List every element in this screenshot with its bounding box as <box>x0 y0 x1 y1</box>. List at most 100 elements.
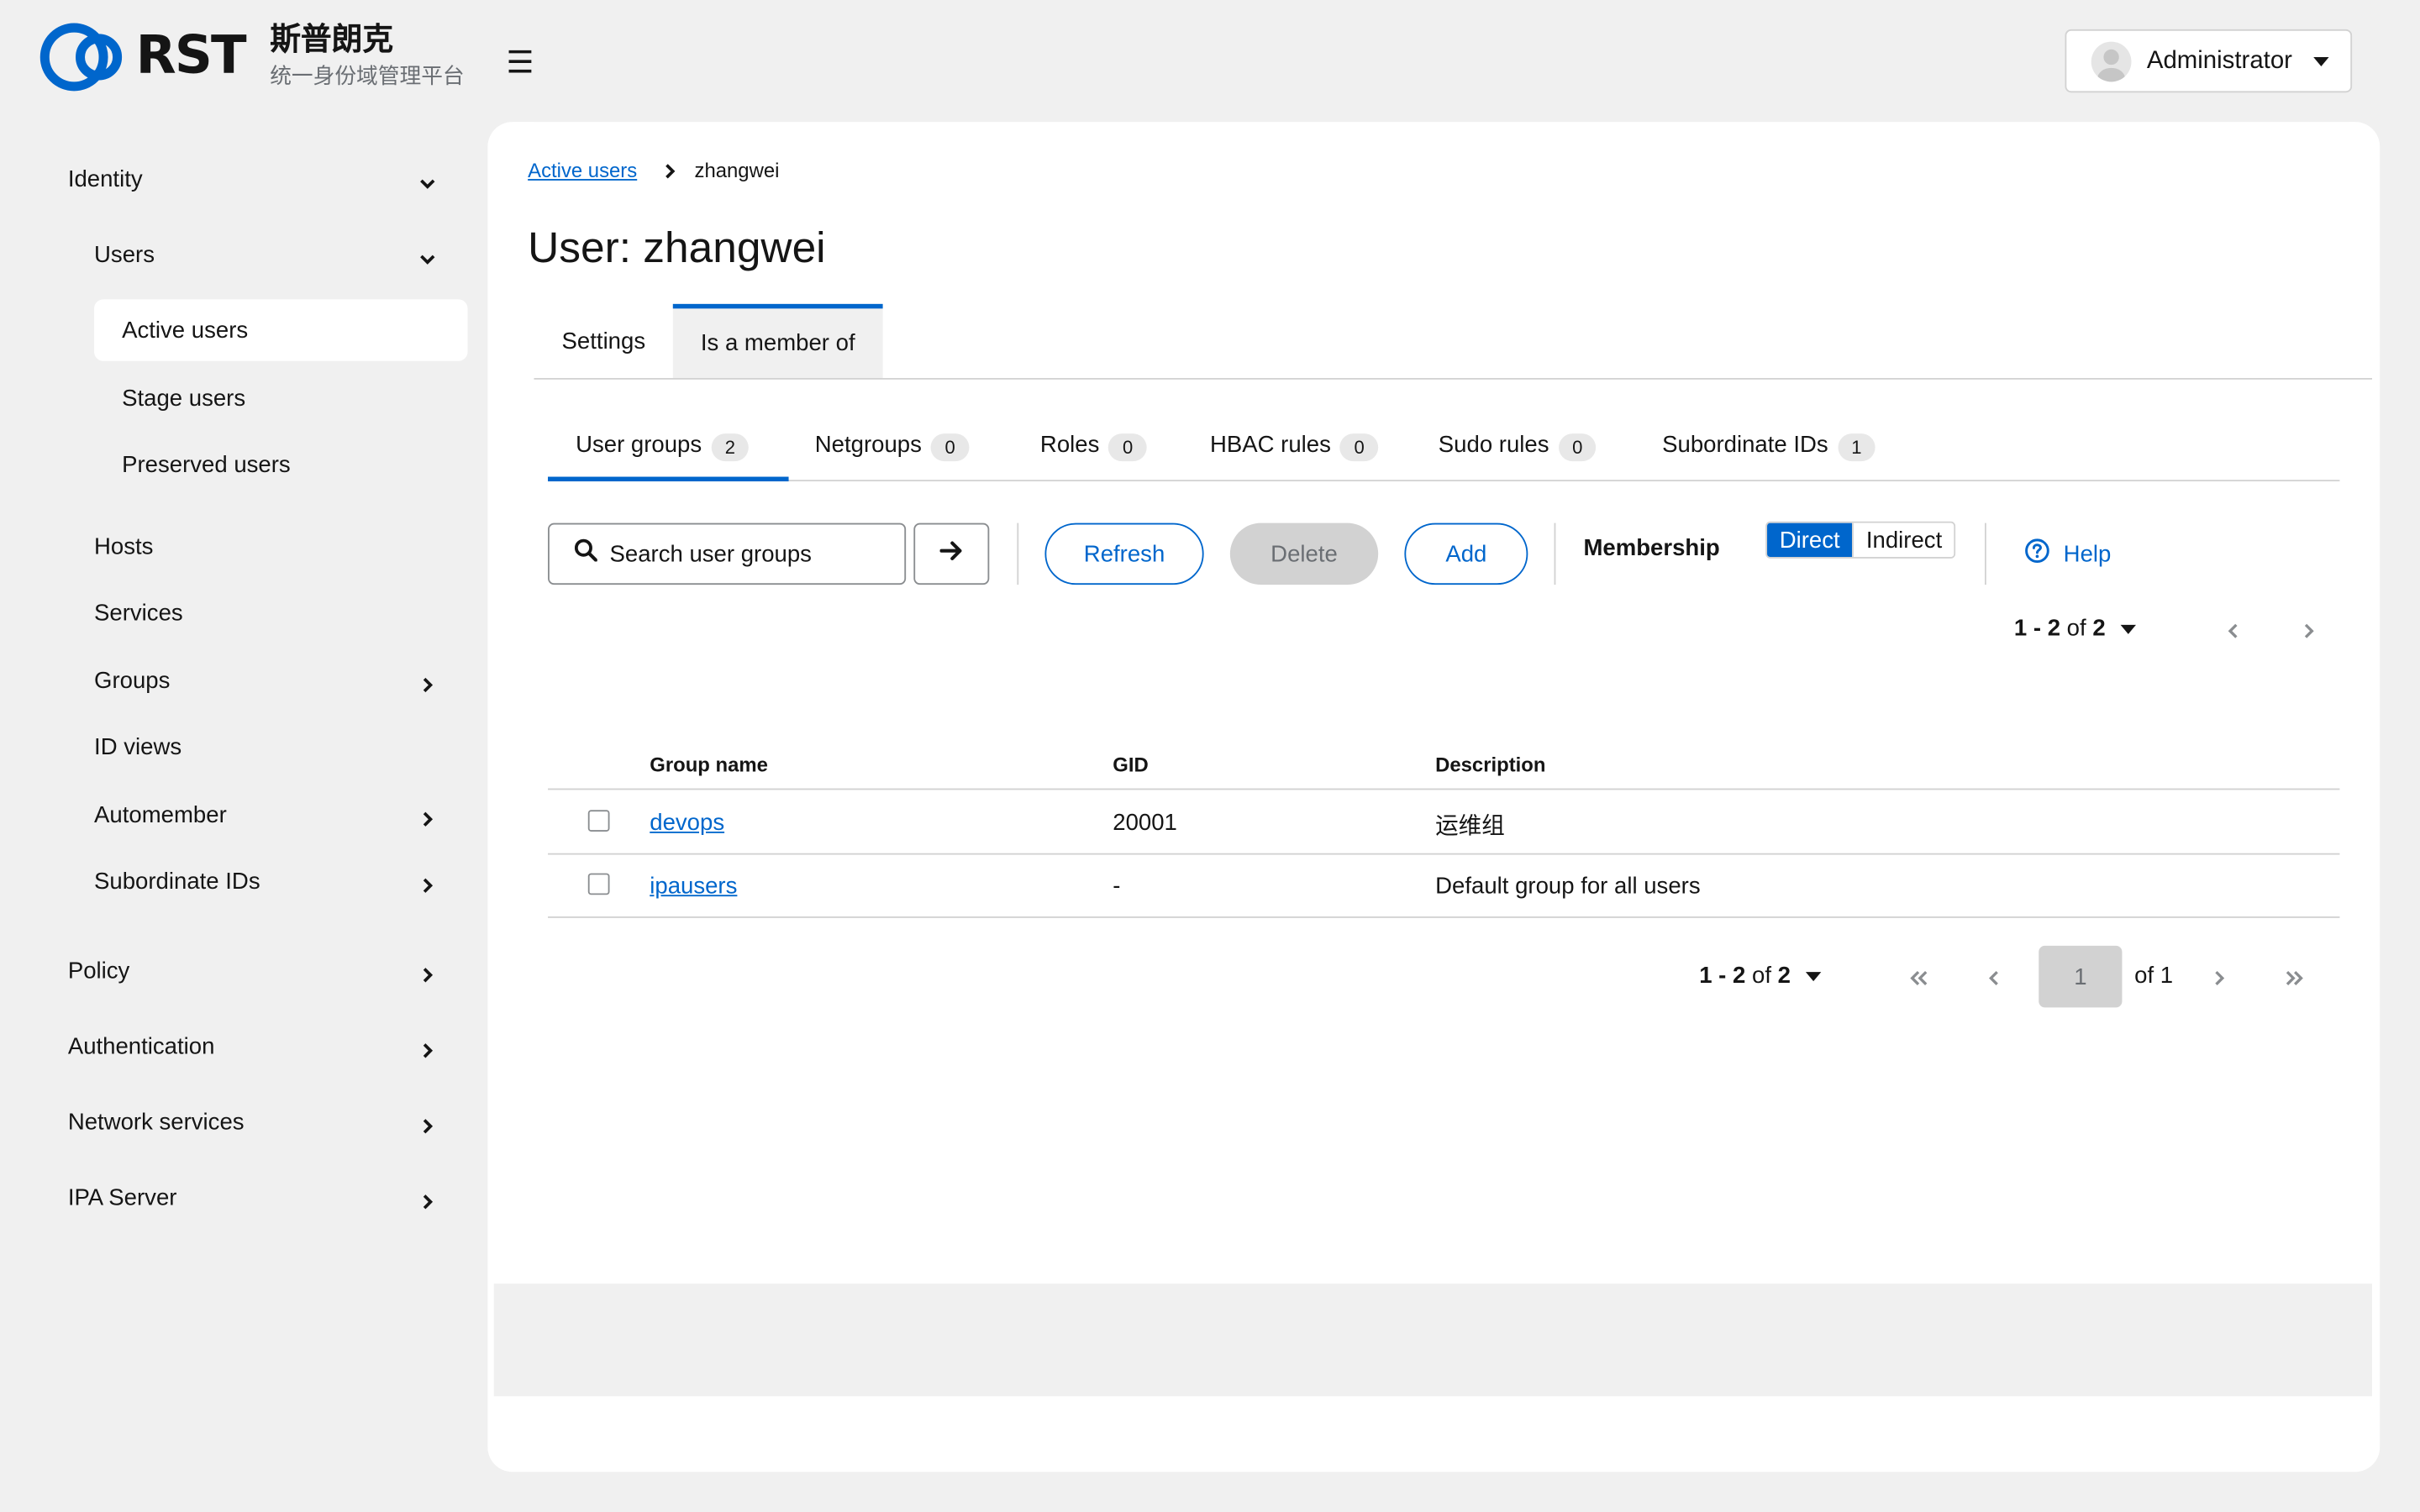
membership-toggle: Direct Indirect <box>1765 521 1956 559</box>
count-badge: 2 <box>711 433 750 462</box>
chevron-right-icon[interactable] <box>420 1038 435 1058</box>
column-header-gid[interactable]: GID <box>1113 753 1148 776</box>
hamburger-icon[interactable]: ☰ <box>506 43 534 81</box>
toolbar-separator <box>1984 522 1986 585</box>
subtabs-divider <box>548 480 2340 482</box>
subtab-user-groups[interactable]: User groups 2 <box>576 420 750 481</box>
chevron-down-icon[interactable] <box>420 247 435 265</box>
help-link[interactable]: Help <box>2025 538 2111 570</box>
footer-bar <box>493 1284 2373 1397</box>
pagination-total: 2 <box>1777 963 1791 990</box>
subtab-label: User groups <box>576 432 702 459</box>
count-badge: 0 <box>1558 433 1597 462</box>
last-page-button[interactable] <box>2284 968 2306 986</box>
gid-cell: 20001 <box>1113 810 1177 837</box>
chevron-down-icon[interactable] <box>420 171 435 189</box>
description-cell: 运维组 <box>1435 811 1505 840</box>
sidebar-item-hosts[interactable]: Hosts <box>94 533 153 559</box>
sidebar-item-preserved-users[interactable]: Preserved users <box>122 452 291 478</box>
breadcrumb-separator-icon <box>664 160 676 179</box>
pagination-total: 2 <box>2092 615 2106 643</box>
sidebar-item-active-users[interactable]: Active users <box>122 318 248 344</box>
tab-settings[interactable]: Settings <box>534 304 673 378</box>
toolbar-separator <box>1017 522 1019 585</box>
subtab-netgroups[interactable]: Netgroups 0 <box>814 420 970 481</box>
subtab-label: Subordinate IDs <box>1662 432 1828 459</box>
sidebar-item-stage-users[interactable]: Stage users <box>122 386 245 412</box>
chevron-right-icon[interactable] <box>420 1114 435 1134</box>
delete-button[interactable]: Delete <box>1229 522 1379 585</box>
search-submit-button[interactable] <box>913 522 990 585</box>
sidebar-item-network-services[interactable]: Network services <box>68 1110 245 1136</box>
sidebar-item-id-views[interactable]: ID views <box>94 734 182 760</box>
chevron-right-icon[interactable] <box>420 673 435 693</box>
sidebar-item-subordinate-ids[interactable]: Subordinate IDs <box>94 869 260 895</box>
row-checkbox[interactable] <box>587 873 610 895</box>
breadcrumb-current: zhangwei <box>694 159 780 182</box>
brand-logo[interactable]: RST 斯普朗克 统一身份域管理平台 <box>37 18 465 92</box>
pagination-of: of <box>2066 615 2086 643</box>
user-menu-button[interactable]: Administrator <box>2065 29 2353 93</box>
sidebar-item-users[interactable]: Users <box>94 242 155 268</box>
caret-down-icon <box>2121 623 2137 633</box>
logo-text: RST <box>135 24 247 87</box>
chevron-right-icon[interactable] <box>420 963 435 983</box>
sidebar-item-policy[interactable]: Policy <box>68 958 129 984</box>
current-page-input[interactable]: 1 <box>2039 945 2123 1008</box>
search-box <box>548 522 907 585</box>
row-checkbox[interactable] <box>587 810 610 832</box>
count-badge: 1 <box>1837 433 1876 462</box>
pagination-top-toggle[interactable]: 1 - 2 of 2 <box>2014 616 2137 642</box>
count-badge: 0 <box>1339 433 1379 462</box>
search-input[interactable] <box>609 540 888 567</box>
description-cell: Default group for all users <box>1435 873 1701 900</box>
arrow-right-icon <box>939 539 964 569</box>
sidebar-item-services[interactable]: Services <box>94 600 183 626</box>
subtab-sudo-rules[interactable]: Sudo rules 0 <box>1439 420 1597 481</box>
sidebar-item-groups[interactable]: Groups <box>94 668 170 694</box>
table-row-divider <box>548 916 2340 918</box>
subtab-hbac-rules[interactable]: HBAC rules 0 <box>1209 420 1379 481</box>
table-row-divider <box>548 853 2340 855</box>
sidebar-item-identity[interactable]: Identity <box>68 166 143 192</box>
next-page-button[interactable] <box>2210 968 2228 986</box>
caret-down-icon <box>1806 971 1822 981</box>
chevron-right-icon[interactable] <box>420 807 435 827</box>
page-count: of 1 <box>2134 963 2174 990</box>
add-button[interactable]: Add <box>1404 522 1528 585</box>
page-title: User: zhangwei <box>528 223 826 272</box>
sidebar-item-automember[interactable]: Automember <box>94 802 227 828</box>
refresh-button[interactable]: Refresh <box>1044 522 1204 585</box>
chevron-right-icon[interactable] <box>420 874 435 893</box>
tabs-divider <box>534 377 2373 380</box>
rst-logo-icon <box>37 18 133 92</box>
column-header-description[interactable]: Description <box>1435 753 1545 776</box>
first-page-button[interactable] <box>1907 968 1929 986</box>
pagination-range: 1 - 2 <box>1699 963 1746 990</box>
subtab-label: Roles <box>1039 432 1100 459</box>
avatar <box>2091 40 2132 81</box>
column-header-group-name[interactable]: Group name <box>650 753 768 776</box>
sidebar-item-authentication[interactable]: Authentication <box>68 1034 215 1060</box>
previous-page-button[interactable] <box>2224 620 2243 638</box>
user-name: Administrator <box>2146 47 2292 74</box>
chevron-right-icon[interactable] <box>420 1189 435 1210</box>
previous-page-button[interactable] <box>1985 968 2003 986</box>
subtab-roles[interactable]: Roles 0 <box>1040 420 1147 481</box>
pagination-bottom-toggle[interactable]: 1 - 2 of 2 <box>1699 963 1822 989</box>
indirect-toggle-button[interactable]: Indirect <box>1852 522 1954 558</box>
pagination-of: of <box>1751 963 1771 990</box>
subtab-label: Netgroups <box>814 432 922 459</box>
group-link-devops[interactable]: devops <box>650 810 724 836</box>
group-link-ipausers[interactable]: ipausers <box>650 874 737 900</box>
subtab-label: HBAC rules <box>1209 432 1331 459</box>
tab-is-a-member-of[interactable]: Is a member of <box>672 303 883 378</box>
next-page-button[interactable] <box>2300 620 2318 638</box>
sidebar-item-ipa-server[interactable]: IPA Server <box>68 1185 177 1211</box>
brand-title: 斯普朗克 <box>270 19 394 57</box>
breadcrumb-active-users-link[interactable]: Active users <box>528 159 637 182</box>
direct-toggle-button[interactable]: Direct <box>1767 522 1853 558</box>
table-header-divider <box>548 788 2340 790</box>
subtab-subordinate-ids[interactable]: Subordinate IDs 1 <box>1662 420 1876 481</box>
search-icon <box>574 538 598 570</box>
